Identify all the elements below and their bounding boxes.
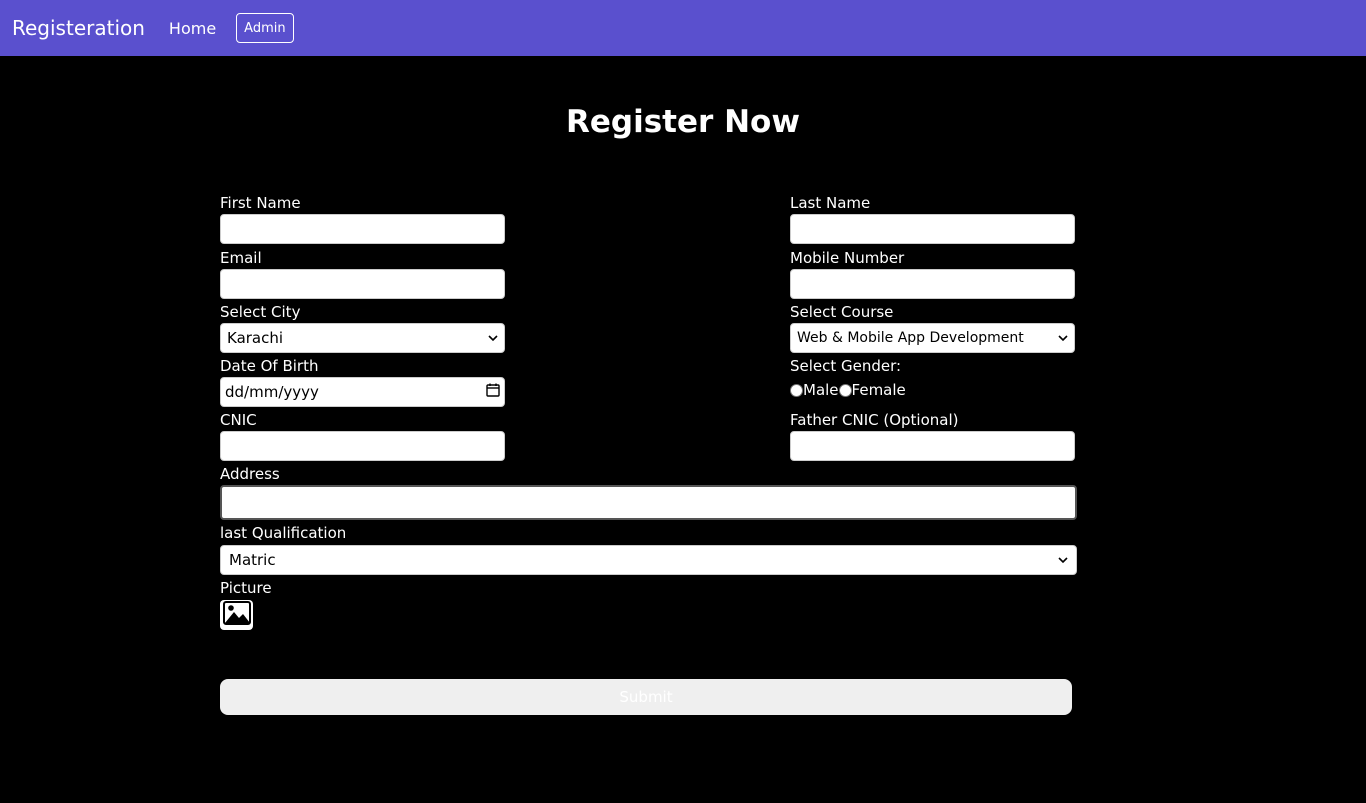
dob-label: Date Of Birth [220, 357, 319, 375]
gender-male-radio[interactable] [790, 383, 803, 397]
course-select[interactable]: Web & Mobile App Development [790, 323, 1075, 353]
email-label: Email [220, 249, 262, 267]
gender-label: Select Gender: [790, 357, 902, 375]
chevron-down-icon [1058, 554, 1068, 567]
mobile-input[interactable] [790, 269, 1075, 299]
cnic-label: CNIC [220, 411, 257, 429]
city-select-value: Karachi [227, 329, 284, 347]
cnic-input[interactable] [220, 431, 505, 461]
qualification-select-value: Matric [229, 551, 276, 569]
dob-placeholder: dd/mm/yyyy [225, 383, 319, 401]
qualification-label: last Qualification [220, 524, 347, 542]
gender-female-label: Female [851, 381, 906, 399]
chevron-down-icon [1058, 332, 1068, 345]
last-name-label: Last Name [790, 194, 871, 212]
city-label: Select City [220, 303, 301, 321]
father-cnic-label: Father CNIC (Optional) [790, 411, 959, 429]
email-input[interactable] [220, 269, 505, 299]
qualification-select[interactable]: Matric [220, 545, 1077, 575]
gender-radio-group: Male Female [790, 381, 906, 399]
city-select[interactable]: Karachi [220, 323, 505, 353]
dob-input[interactable]: dd/mm/yyyy [220, 377, 505, 407]
course-label: Select Course [790, 303, 894, 321]
nav-home-link[interactable]: Home [169, 19, 216, 38]
calendar-icon[interactable] [486, 383, 500, 401]
mobile-label: Mobile Number [790, 249, 905, 267]
picture-upload-button[interactable] [220, 600, 253, 630]
father-cnic-input[interactable] [790, 431, 1075, 461]
first-name-label: First Name [220, 194, 301, 212]
navbar: Registeration Home Admin [0, 0, 1366, 56]
last-name-input[interactable] [790, 214, 1075, 244]
gender-male-label: Male [803, 381, 839, 399]
image-icon [222, 601, 251, 629]
brand-link[interactable]: Registeration [12, 16, 145, 40]
page-title: Register Now [566, 104, 800, 140]
course-select-value: Web & Mobile App Development [797, 330, 1024, 346]
chevron-down-icon [488, 332, 498, 345]
address-input[interactable] [220, 485, 1077, 520]
address-label: Address [220, 465, 280, 483]
gender-female-radio[interactable] [838, 383, 852, 397]
first-name-input[interactable] [220, 214, 505, 244]
submit-button[interactable]: Submit [220, 679, 1072, 715]
admin-button[interactable]: Admin [236, 13, 294, 43]
picture-label: Picture [220, 579, 272, 597]
